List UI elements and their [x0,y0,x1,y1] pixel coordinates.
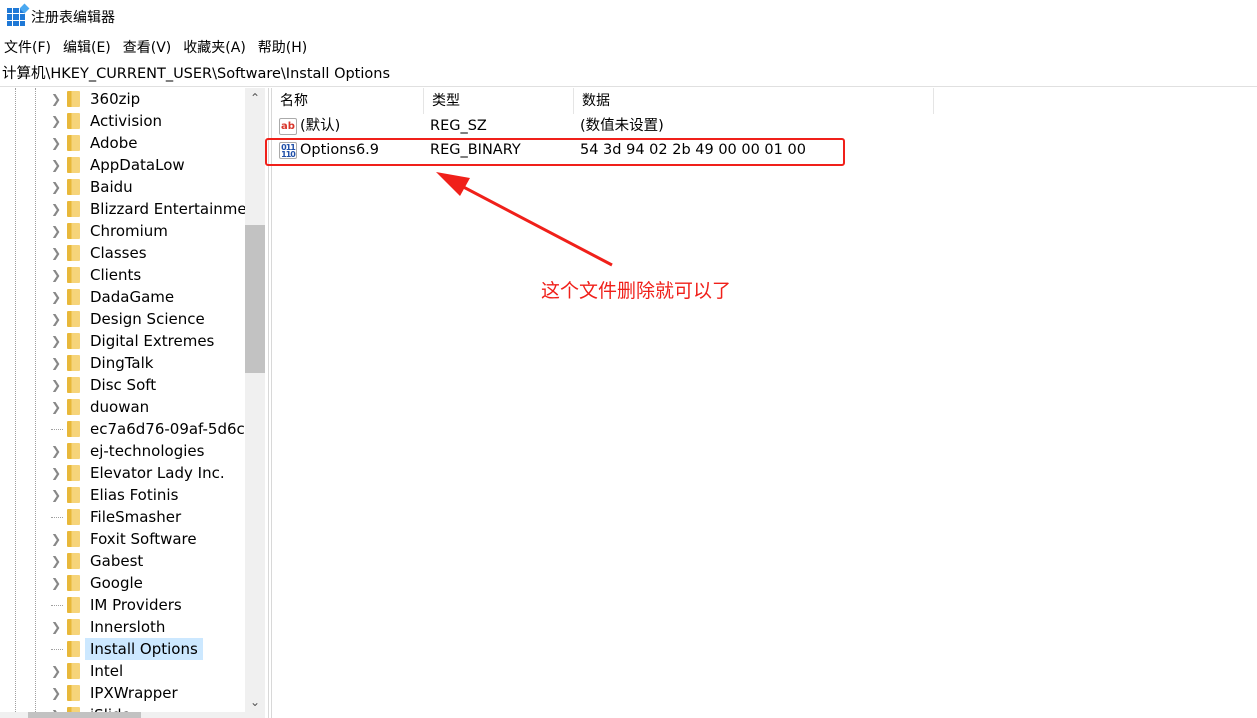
annotation-arrow [436,172,613,267]
arrow-head [436,172,470,196]
annotation-text: 这个文件删除就可以了 [541,280,732,302]
arrow-shaft [451,179,613,267]
